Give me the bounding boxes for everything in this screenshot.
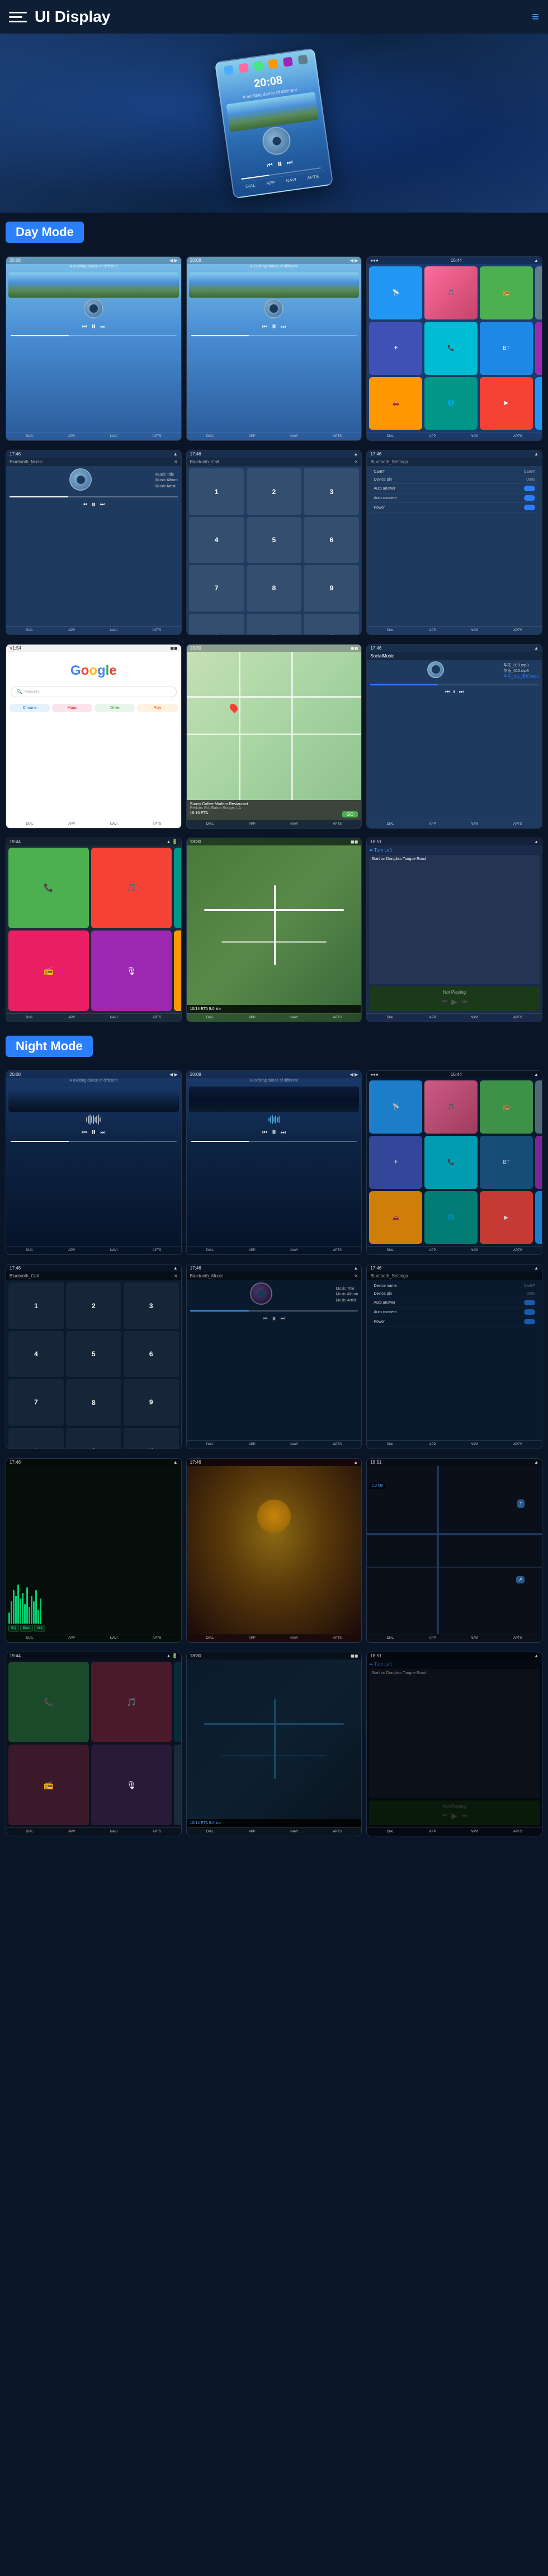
night-bt-call-label: Bluetooth_Call bbox=[10, 1273, 39, 1278]
night-bt-music-artist: Music Artist bbox=[336, 1298, 358, 1304]
day-social-music-screen: 17:46▲ SocialMusic 华乐_019.mp3 华乐_010.mp3… bbox=[366, 644, 542, 829]
night-mode-row1: 20:08◀ ▶ A exciting dance of different bbox=[0, 1066, 548, 1259]
map-eta: 16:16 ETA bbox=[190, 811, 209, 817]
night-nav-screen: 18:51▲ ↑ ↗ 2.3 km DIALAPPNAVIAPTS bbox=[366, 1458, 542, 1643]
night-device-name: CarBT bbox=[524, 1284, 535, 1288]
bt-music-artist: Music Artist bbox=[155, 484, 178, 490]
nav-distance-label: 10/14 ETA 9.0 km bbox=[190, 1007, 221, 1011]
day-mode-row4: 19:44▲ 🔋 📞 🎵 💬 📻 🎙 🗺 DIALAPPNAVIAPTS bbox=[0, 833, 548, 1027]
day-music-screen-2: 20:08◀ ▶ A exciting dance of different ⏮… bbox=[186, 256, 362, 441]
night-bt-music-label: Bluetooth_Music bbox=[190, 1273, 223, 1278]
night-bluetooth-call-screen: 17:46▲ Bluetooth_Call ✕ 1 2 3 4 5 6 7 8 bbox=[6, 1264, 182, 1449]
bt-music-title: Music Title bbox=[155, 472, 178, 478]
day-google-screen: V1:54◼◼ Google 🔍Search... Chrome Maps Dr… bbox=[6, 644, 182, 829]
day-map-screen: 18:30◼◼ Sunny Coffee Modern Restaurant P… bbox=[186, 644, 362, 829]
night-bt-settings-label: Bluetooth_Settings bbox=[370, 1273, 408, 1278]
auto-connect-label: Auto connect bbox=[374, 496, 396, 500]
day-carplay-apps-screen: 19:44▲ 🔋 📞 🎵 💬 📻 🎙 🗺 DIALAPPNAVIAPTS bbox=[6, 838, 182, 1022]
night-mode-row4: 19:44▲ 🔋 📞 🎵 💬 📻 🎙 🗺 DIALAPPNAVIAPTS bbox=[0, 1647, 548, 1841]
google-logo: Google bbox=[6, 652, 181, 684]
night-nav-map-screen: 18:30◼◼ 10/14 ETA 9.0 km DIALAPPNAVIAPTS bbox=[186, 1652, 362, 1836]
night-nav-info-screen: 18:51▲ ⬅ Turn Left Start on Dongliao Ton… bbox=[366, 1652, 542, 1836]
device-name-label: CarBT bbox=[374, 470, 385, 474]
day-mode-title: Day Mode bbox=[6, 222, 84, 243]
nav-start-label: Start on Dongliao Tongue Road bbox=[371, 857, 537, 861]
bt-music-label: Bluetooth_Music bbox=[10, 459, 42, 464]
day-nav-info-screen: 18:51▲ ⬅ Turn Left Start on Dongliao Ton… bbox=[366, 838, 542, 1022]
night-carplay-apps-screen: 19:44▲ 🔋 📞 🎵 💬 📻 🎙 🗺 DIALAPPNAVIAPTS bbox=[6, 1652, 182, 1836]
header-left: UI Display bbox=[9, 7, 110, 27]
device-pin-value: 0000 bbox=[526, 478, 535, 482]
hero-album-art bbox=[261, 125, 292, 156]
map-address: Perkins Rd, Baton Rouge, LA bbox=[190, 806, 358, 810]
night-mode-row3: 17:46▲ bbox=[0, 1454, 548, 1647]
day-mode-section: Day Mode 20:08◀ ▶ A exciting dance of di… bbox=[0, 213, 548, 1027]
day-mode-row3: V1:54◼◼ Google 🔍Search... Chrome Maps Dr… bbox=[0, 640, 548, 833]
hero-section: 20:08 A exciting dance of different ⏮ ⏸ … bbox=[0, 34, 548, 213]
bt-settings-label: Bluetooth_Settings bbox=[370, 459, 408, 464]
map-restaurant-name: Sunny Coffee Modern Restaurant bbox=[190, 802, 358, 806]
night-mode-section: Night Mode 20:08◀ ▶ A exciting dance of … bbox=[0, 1027, 548, 1841]
day-music1-subtitle: A exciting dance of different bbox=[6, 264, 181, 269]
nav-lines-icon[interactable]: ≡ bbox=[532, 10, 539, 24]
night-bluetooth-music-screen: 17:46▲ Bluetooth_Music ✕ Music Title Mus… bbox=[186, 1264, 362, 1449]
header: UI Display ≡ bbox=[0, 0, 548, 34]
night-food-screen: 17:46▲ DIALAPPNAVIAPTS bbox=[186, 1458, 362, 1643]
night-auto-connect: Auto connect bbox=[374, 1310, 396, 1314]
hero-device-mockup: 20:08 A exciting dance of different ⏮ ⏸ … bbox=[215, 48, 334, 199]
night-power: Power bbox=[374, 1320, 385, 1324]
day-bluetooth-music-screen: 17:46▲ Bluetooth_Music ✕ Music Title Mus… bbox=[6, 450, 182, 634]
night-apps-screen: ●●●16:44▲ 📡 🎵 📻 ⚙ ✈ 📞 BT 📺 🚗 🌐 ▶ 📷 bbox=[366, 1070, 542, 1255]
day-music-screen-1: 20:08◀ ▶ A exciting dance of different ⏮… bbox=[6, 256, 182, 441]
night-auto-answer: Auto answer bbox=[374, 1301, 395, 1305]
power-label: Power bbox=[374, 506, 385, 510]
night-bt-music-album: Music Album bbox=[336, 1292, 358, 1298]
night-waveform-screen: 17:46▲ bbox=[6, 1458, 182, 1643]
auto-answer-label: Auto answer bbox=[374, 487, 395, 491]
day-apps-screen: ●●●16:44▲ 📡 🎵 📻 ⚙ ✈ 📞 BT 📺 🚗 🌐 ▶ 📷 bbox=[366, 256, 542, 441]
night-device-pin: 0000 bbox=[526, 1292, 535, 1296]
bt-music-album: Music Album bbox=[155, 478, 178, 484]
day-bluetooth-call-screen: 17:46▲ Bluetooth_Call ✕ 123 456 789 *0# … bbox=[186, 450, 362, 634]
night-music-screen-1: 20:08◀ ▶ A exciting dance of different bbox=[6, 1070, 182, 1255]
night-mode-title: Night Mode bbox=[6, 1036, 93, 1057]
night-music-screen-2: 20:08◀ ▶ A exciting dance of different bbox=[186, 1070, 362, 1255]
hamburger-menu-icon[interactable] bbox=[9, 7, 29, 27]
google-search-bar[interactable]: 🔍Search... bbox=[11, 687, 177, 697]
day-bluetooth-settings-screen: 17:46▲ Bluetooth_Settings CarBT CarBT De… bbox=[366, 450, 542, 634]
night-music2-subtitle: A exciting dance of different bbox=[187, 1078, 362, 1083]
map-go-button[interactable]: GO bbox=[342, 811, 358, 817]
day-mode-row1: 20:08◀ ▶ A exciting dance of different ⏮… bbox=[0, 252, 548, 445]
night-not-playing: Not Playing bbox=[372, 1804, 536, 1809]
night-nav-distance: 10/14 ETA 9.0 km bbox=[190, 1821, 221, 1825]
day-music2-subtitle: A exciting dance of different bbox=[187, 264, 362, 269]
page-title: UI Display bbox=[35, 8, 110, 26]
day-mode-title-container: Day Mode bbox=[0, 213, 548, 252]
night-mode-title-container: Night Mode bbox=[0, 1027, 548, 1066]
day-nav-map-screen: 18:30◼◼ 10/14 ETA 9.0 km DIALAPPNAVIAPTS bbox=[186, 838, 362, 1022]
not-playing-label: Not Playing bbox=[372, 990, 536, 995]
day-mode-row2: 17:46▲ Bluetooth_Music ✕ Music Title Mus… bbox=[0, 445, 548, 639]
night-music1-subtitle: A exciting dance of different bbox=[6, 1078, 181, 1083]
night-nav-start: Start on Dongliao Tongue Road bbox=[371, 1671, 537, 1675]
night-mode-row2: 17:46▲ Bluetooth_Call ✕ 1 2 3 4 5 6 7 8 bbox=[0, 1259, 548, 1453]
night-bluetooth-settings-screen: 17:46▲ Bluetooth_Settings Device name Ca… bbox=[366, 1264, 542, 1449]
bt-call-label: Bluetooth_Call bbox=[190, 459, 219, 464]
night-bt-music-title: Music Title bbox=[336, 1286, 358, 1292]
google-search-text: Search... bbox=[25, 689, 42, 694]
device-name-value: CarBT bbox=[524, 470, 535, 474]
